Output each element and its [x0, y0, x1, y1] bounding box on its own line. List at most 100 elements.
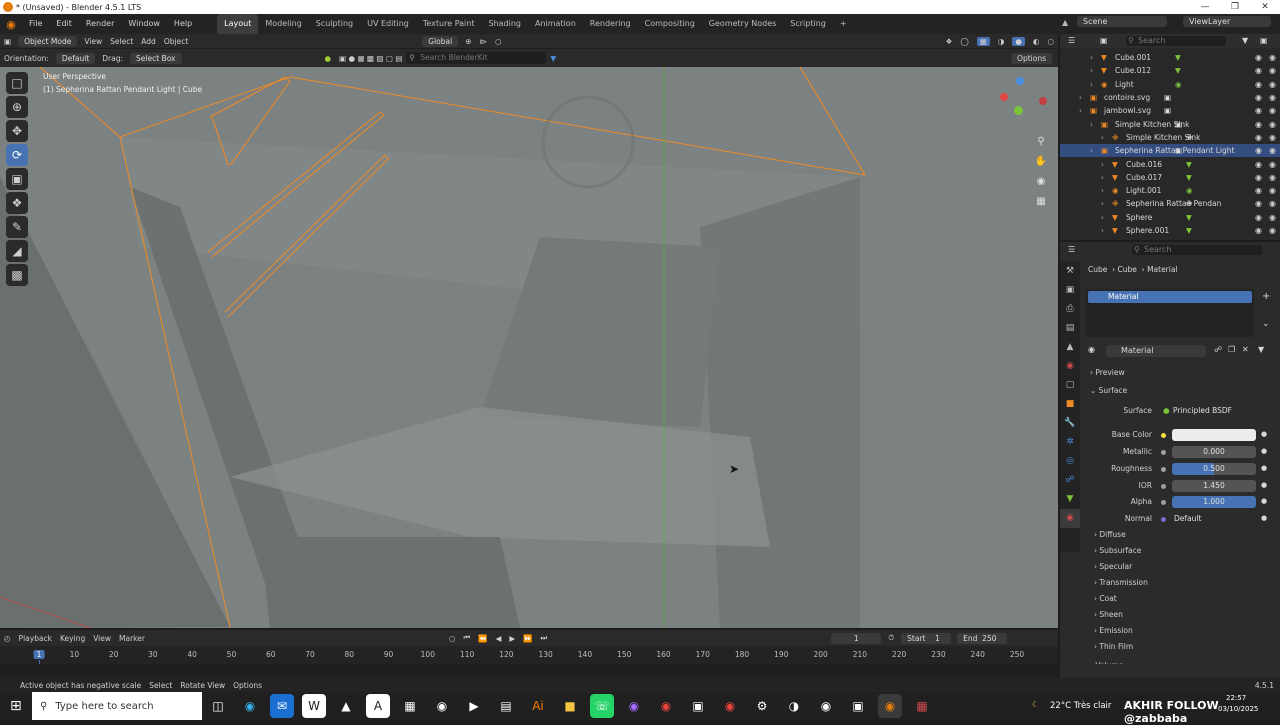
expand-arrow-icon[interactable]: ›: [1101, 199, 1104, 208]
filter-icon[interactable]: ▼: [1258, 345, 1264, 354]
blenderkit-search-input[interactable]: ⚲ Search BlenderKit: [406, 52, 547, 64]
minimize-icon[interactable]: —: [1190, 0, 1220, 14]
menu-keying[interactable]: Keying: [60, 634, 85, 643]
menu-playback[interactable]: Playback: [19, 634, 52, 643]
app2-icon[interactable]: ◑: [782, 694, 806, 718]
menu-file[interactable]: File: [22, 14, 49, 34]
expand-arrow-icon[interactable]: ›: [1079, 93, 1082, 102]
visibility-eye-icon[interactable]: ◉: [1255, 66, 1262, 75]
add-workspace-icon[interactable]: +: [833, 14, 854, 34]
roughness-slider[interactable]: 0.500: [1172, 463, 1256, 475]
outliner-row[interactable]: › ▣ contoire.svg ▣ ◉ ◉: [1060, 91, 1280, 104]
subpanel-diffuse[interactable]: › Diffuse: [1094, 530, 1126, 539]
editor-type-icon[interactable]: ◴: [4, 634, 11, 643]
tab-geometry-nodes[interactable]: Geometry Nodes: [702, 14, 783, 34]
keyframe-dot-icon[interactable]: ●: [1261, 497, 1267, 505]
expand-arrow-icon[interactable]: ›: [1079, 106, 1082, 115]
menu-window[interactable]: Window: [121, 14, 167, 34]
visibility-eye-icon[interactable]: ◉: [1255, 53, 1262, 62]
axis-neg-x-icon[interactable]: [1039, 97, 1047, 105]
play-icon[interactable]: ▶: [509, 634, 515, 643]
subpanel-emission[interactable]: › Emission: [1094, 626, 1133, 635]
word-icon[interactable]: W: [302, 694, 326, 718]
menu-object[interactable]: Object: [164, 37, 188, 46]
menu-render[interactable]: Render: [79, 14, 121, 34]
move-tool-icon[interactable]: ✥: [6, 120, 28, 142]
weather-text[interactable]: 22°C Très clair: [1050, 701, 1111, 711]
orientation-selector[interactable]: Default: [55, 52, 96, 64]
visibility-eye-icon[interactable]: ◉: [1255, 213, 1262, 222]
scene-selector[interactable]: Scene: [1077, 16, 1167, 27]
menu-edit[interactable]: Edit: [49, 14, 79, 34]
solid-shading-icon[interactable]: ●: [1012, 36, 1025, 46]
current-frame-field[interactable]: 1: [831, 632, 882, 644]
rotate-tool-icon[interactable]: ⟳: [6, 144, 28, 166]
visibility-eye-icon[interactable]: ◉: [1255, 226, 1262, 235]
tab-compositing[interactable]: Compositing: [638, 14, 702, 34]
render-camera-icon[interactable]: ◉: [1269, 213, 1276, 222]
viewlayer-selector[interactable]: ViewLayer: [1183, 16, 1271, 27]
expand-arrow-icon[interactable]: ›: [1101, 226, 1104, 235]
keyframe-dot-icon[interactable]: ●: [1261, 447, 1267, 455]
add-slot-icon[interactable]: +: [1262, 291, 1270, 302]
cursor-tool-icon[interactable]: ⊕: [6, 96, 28, 118]
inkscape-icon[interactable]: ▲: [334, 694, 358, 718]
subpanel-coat[interactable]: › Coat: [1094, 594, 1117, 603]
tab-rendering[interactable]: Rendering: [583, 14, 638, 34]
filter-icon[interactable]: ▼: [1242, 36, 1248, 45]
jump-start-icon[interactable]: ⏮: [464, 633, 471, 643]
gizmo-icon[interactable]: ❖: [946, 37, 953, 46]
expand-arrow-icon[interactable]: ›: [1101, 186, 1104, 195]
windows-start-icon[interactable]: ⊞: [10, 698, 22, 714]
modifier-tab-icon[interactable]: 🔧: [1060, 414, 1080, 433]
keyframe-dot-icon[interactable]: ●: [1261, 481, 1267, 489]
tab-animation[interactable]: Animation: [528, 14, 583, 34]
media-icon[interactable]: ▶: [462, 694, 486, 718]
subpanel-subsurface[interactable]: › Subsurface: [1094, 546, 1141, 555]
visibility-eye-icon[interactable]: ◉: [1255, 160, 1262, 169]
particles-tab-icon[interactable]: ✲: [1060, 433, 1080, 452]
material-name-field[interactable]: Material: [1106, 345, 1206, 357]
socket-icon[interactable]: [1161, 450, 1166, 455]
camera-view-icon[interactable]: ◉: [1034, 172, 1048, 192]
outliner-row[interactable]: › ▣ jambowl.svg ▣ ◉ ◉: [1060, 104, 1280, 117]
outliner-row[interactable]: › ▼ Cube.017 ▼ ◉ ◉: [1060, 171, 1280, 184]
render-camera-icon[interactable]: ◉: [1269, 199, 1276, 208]
settings-gear-icon[interactable]: ⚙: [750, 694, 774, 718]
outliner-row[interactable]: › ▼ Cube.012 ▼ ◉ ◉: [1060, 64, 1280, 77]
pan-hand-icon[interactable]: ✋: [1034, 152, 1048, 172]
stopwatch-icon[interactable]: ⏱: [888, 633, 894, 643]
material-tab-icon[interactable]: ◉: [1060, 509, 1080, 528]
blenderkit-icon[interactable]: ●: [325, 54, 332, 63]
render-camera-icon[interactable]: ◉: [1269, 106, 1276, 115]
expand-arrow-icon[interactable]: ›: [1090, 120, 1093, 129]
normal-input[interactable]: Default: [1172, 513, 1256, 525]
calculator-icon[interactable]: ▦: [398, 694, 422, 718]
timeline-ruler[interactable]: 1 10 20 30 40 50 60 70 80 90 100 110 120 130 140 150 160…: [0, 646, 1058, 678]
socket-icon[interactable]: [1161, 484, 1166, 489]
chrome-profile-icon[interactable]: ◉: [718, 694, 742, 718]
subpanel-transmission[interactable]: › Transmission: [1094, 578, 1148, 587]
chrome-icon[interactable]: ◉: [654, 694, 678, 718]
file-explorer-icon[interactable]: ■: [558, 694, 582, 718]
tool-tab-icon[interactable]: ⚒: [1060, 262, 1080, 281]
prev-keyframe-icon[interactable]: ⏪: [478, 634, 487, 643]
unlink-icon[interactable]: ✕: [1242, 345, 1249, 354]
render-camera-icon[interactable]: ◉: [1269, 186, 1276, 195]
render-camera-icon[interactable]: ◉: [1269, 66, 1276, 75]
outlook-icon[interactable]: ✉: [270, 694, 294, 718]
socket-icon[interactable]: [1161, 500, 1166, 505]
whatsapp-icon[interactable]: ☏: [590, 694, 614, 718]
display-mode-icon[interactable]: ▣: [1100, 36, 1108, 45]
editor-type-icon[interactable]: ☰: [1068, 245, 1075, 254]
axis-z-icon[interactable]: [1016, 77, 1024, 85]
render-camera-icon[interactable]: ◉: [1269, 173, 1276, 182]
editor-type-icon[interactable]: ☰: [1068, 36, 1075, 45]
drag-selector[interactable]: Select Box: [130, 52, 182, 64]
measure-tool-icon[interactable]: ◢: [6, 240, 28, 262]
expand-arrow-icon[interactable]: ›: [1090, 80, 1093, 89]
object-tab-icon[interactable]: ■: [1060, 395, 1080, 414]
menu-add[interactable]: Add: [141, 37, 156, 46]
material-slot-item[interactable]: Material: [1088, 291, 1252, 303]
acrobat-icon[interactable]: A: [366, 694, 390, 718]
